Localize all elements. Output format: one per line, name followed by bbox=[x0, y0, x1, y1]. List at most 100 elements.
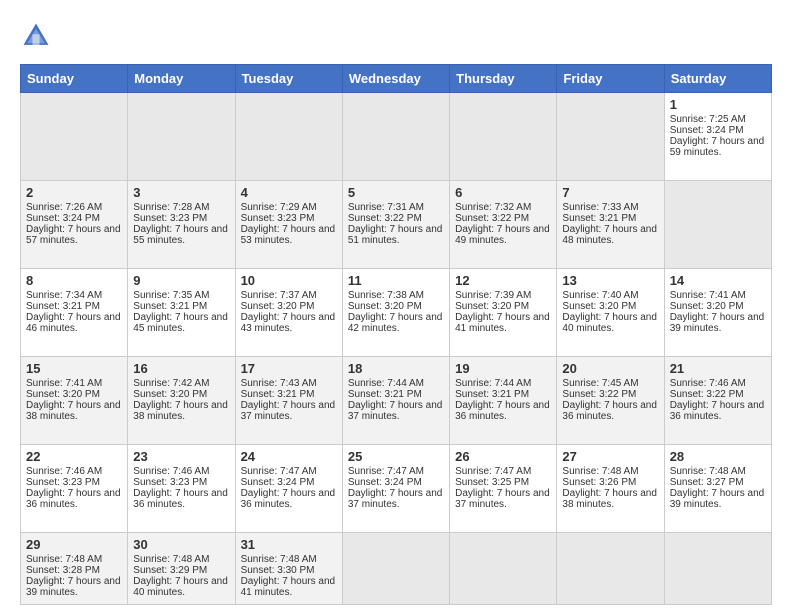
day-number: 5 bbox=[348, 185, 444, 200]
header bbox=[20, 20, 772, 52]
calendar-cell: 2Sunrise: 7:26 AMSunset: 3:24 PMDaylight… bbox=[21, 181, 128, 269]
day-number: 4 bbox=[241, 185, 337, 200]
weekday-header-wednesday: Wednesday bbox=[342, 65, 449, 93]
sunset-text: Sunset: 3:20 PM bbox=[241, 301, 337, 312]
week-row-5: 22Sunrise: 7:46 AMSunset: 3:23 PMDayligh… bbox=[21, 445, 772, 533]
sunset-text: Sunset: 3:27 PM bbox=[670, 477, 766, 488]
daylight-text: Daylight: 7 hours and 43 minutes. bbox=[241, 312, 337, 334]
daylight-text: Daylight: 7 hours and 46 minutes. bbox=[26, 312, 122, 334]
day-number: 23 bbox=[133, 449, 229, 464]
calendar-cell: 24Sunrise: 7:47 AMSunset: 3:24 PMDayligh… bbox=[235, 445, 342, 533]
sunset-text: Sunset: 3:22 PM bbox=[455, 213, 551, 224]
weekday-header-thursday: Thursday bbox=[450, 65, 557, 93]
daylight-text: Daylight: 7 hours and 53 minutes. bbox=[241, 224, 337, 246]
day-number: 30 bbox=[133, 537, 229, 552]
day-number: 12 bbox=[455, 273, 551, 288]
daylight-text: Daylight: 7 hours and 40 minutes. bbox=[133, 576, 229, 598]
sunrise-text: Sunrise: 7:46 AM bbox=[133, 466, 229, 477]
daylight-text: Daylight: 7 hours and 42 minutes. bbox=[348, 312, 444, 334]
calendar-cell: 9Sunrise: 7:35 AMSunset: 3:21 PMDaylight… bbox=[128, 269, 235, 357]
daylight-text: Daylight: 7 hours and 51 minutes. bbox=[348, 224, 444, 246]
daylight-text: Daylight: 7 hours and 36 minutes. bbox=[562, 400, 658, 422]
calendar-cell bbox=[664, 533, 771, 605]
daylight-text: Daylight: 7 hours and 37 minutes. bbox=[455, 488, 551, 510]
sunrise-text: Sunrise: 7:47 AM bbox=[348, 466, 444, 477]
daylight-text: Daylight: 7 hours and 37 minutes. bbox=[241, 400, 337, 422]
sunrise-text: Sunrise: 7:28 AM bbox=[133, 202, 229, 213]
daylight-text: Daylight: 7 hours and 36 minutes. bbox=[26, 488, 122, 510]
logo bbox=[20, 20, 56, 52]
sunrise-text: Sunrise: 7:46 AM bbox=[26, 466, 122, 477]
day-number: 26 bbox=[455, 449, 551, 464]
week-row-4: 15Sunrise: 7:41 AMSunset: 3:20 PMDayligh… bbox=[21, 357, 772, 445]
calendar-cell bbox=[342, 533, 449, 605]
calendar-cell: 8Sunrise: 7:34 AMSunset: 3:21 PMDaylight… bbox=[21, 269, 128, 357]
calendar-cell: 19Sunrise: 7:44 AMSunset: 3:21 PMDayligh… bbox=[450, 357, 557, 445]
day-number: 3 bbox=[133, 185, 229, 200]
sunset-text: Sunset: 3:22 PM bbox=[348, 213, 444, 224]
day-number: 19 bbox=[455, 361, 551, 376]
sunrise-text: Sunrise: 7:31 AM bbox=[348, 202, 444, 213]
day-number: 15 bbox=[26, 361, 122, 376]
daylight-text: Daylight: 7 hours and 40 minutes. bbox=[562, 312, 658, 334]
day-number: 28 bbox=[670, 449, 766, 464]
calendar-cell: 10Sunrise: 7:37 AMSunset: 3:20 PMDayligh… bbox=[235, 269, 342, 357]
daylight-text: Daylight: 7 hours and 57 minutes. bbox=[26, 224, 122, 246]
sunrise-text: Sunrise: 7:45 AM bbox=[562, 378, 658, 389]
sunset-text: Sunset: 3:24 PM bbox=[26, 213, 122, 224]
day-number: 8 bbox=[26, 273, 122, 288]
daylight-text: Daylight: 7 hours and 38 minutes. bbox=[562, 488, 658, 510]
weekday-header-sunday: Sunday bbox=[21, 65, 128, 93]
sunrise-text: Sunrise: 7:35 AM bbox=[133, 290, 229, 301]
sunrise-text: Sunrise: 7:41 AM bbox=[670, 290, 766, 301]
sunset-text: Sunset: 3:26 PM bbox=[562, 477, 658, 488]
calendar-cell: 5 Sunrise: 7:31 AMSunset: 3:22 PMDaylight… bbox=[342, 181, 449, 269]
sunset-text: Sunset: 3:23 PM bbox=[26, 477, 122, 488]
sunset-text: Sunset: 3:20 PM bbox=[562, 301, 658, 312]
sunset-text: Sunset: 3:20 PM bbox=[26, 389, 122, 400]
calendar-cell: 6Sunrise: 7:32 AMSunset: 3:22 PMDaylight… bbox=[450, 181, 557, 269]
day-number: 14 bbox=[670, 273, 766, 288]
sunset-text: Sunset: 3:30 PM bbox=[241, 565, 337, 576]
calendar-cell: 7Sunrise: 7:33 AMSunset: 3:21 PMDaylight… bbox=[557, 181, 664, 269]
sunrise-text: Sunrise: 7:43 AM bbox=[241, 378, 337, 389]
calendar-cell: 17Sunrise: 7:43 AMSunset: 3:21 PMDayligh… bbox=[235, 357, 342, 445]
daylight-text: Daylight: 7 hours and 45 minutes. bbox=[133, 312, 229, 334]
week-row-6: 29Sunrise: 7:48 AMSunset: 3:28 PMDayligh… bbox=[21, 533, 772, 605]
calendar-cell: 12Sunrise: 7:39 AMSunset: 3:20 PMDayligh… bbox=[450, 269, 557, 357]
daylight-text: Daylight: 7 hours and 36 minutes. bbox=[133, 488, 229, 510]
calendar-cell bbox=[342, 93, 449, 181]
calendar-cell bbox=[21, 93, 128, 181]
week-row-3: 8Sunrise: 7:34 AMSunset: 3:21 PMDaylight… bbox=[21, 269, 772, 357]
sunset-text: Sunset: 3:23 PM bbox=[241, 213, 337, 224]
calendar-cell bbox=[450, 93, 557, 181]
sunrise-text: Sunrise: 7:37 AM bbox=[241, 290, 337, 301]
calendar-cell bbox=[235, 93, 342, 181]
day-number: 6 bbox=[455, 185, 551, 200]
calendar-cell: 30Sunrise: 7:48 AMSunset: 3:29 PMDayligh… bbox=[128, 533, 235, 605]
day-number: 21 bbox=[670, 361, 766, 376]
day-number: 31 bbox=[241, 537, 337, 552]
sunrise-text: Sunrise: 7:42 AM bbox=[133, 378, 229, 389]
calendar-cell: 14Sunrise: 7:41 AMSunset: 3:20 PMDayligh… bbox=[664, 269, 771, 357]
sunrise-text: Sunrise: 7:46 AM bbox=[670, 378, 766, 389]
weekday-header-tuesday: Tuesday bbox=[235, 65, 342, 93]
sunrise-text: Sunrise: 7:39 AM bbox=[455, 290, 551, 301]
day-number: 16 bbox=[133, 361, 229, 376]
daylight-text: Daylight: 7 hours and 38 minutes. bbox=[133, 400, 229, 422]
weekday-header-friday: Friday bbox=[557, 65, 664, 93]
daylight-text: Daylight: 7 hours and 55 minutes. bbox=[133, 224, 229, 246]
day-number: 17 bbox=[241, 361, 337, 376]
day-number: 7 bbox=[562, 185, 658, 200]
sunrise-text: Sunrise: 7:44 AM bbox=[455, 378, 551, 389]
sunset-text: Sunset: 3:21 PM bbox=[133, 301, 229, 312]
sunset-text: Sunset: 3:28 PM bbox=[26, 565, 122, 576]
day-number: 13 bbox=[562, 273, 658, 288]
sunrise-text: Sunrise: 7:25 AM bbox=[670, 114, 766, 125]
calendar-cell: 20Sunrise: 7:45 AMSunset: 3:22 PMDayligh… bbox=[557, 357, 664, 445]
sunrise-text: Sunrise: 7:47 AM bbox=[455, 466, 551, 477]
daylight-text: Daylight: 7 hours and 37 minutes. bbox=[348, 488, 444, 510]
day-number: 18 bbox=[348, 361, 444, 376]
sunset-text: Sunset: 3:25 PM bbox=[455, 477, 551, 488]
logo-icon bbox=[20, 20, 52, 52]
